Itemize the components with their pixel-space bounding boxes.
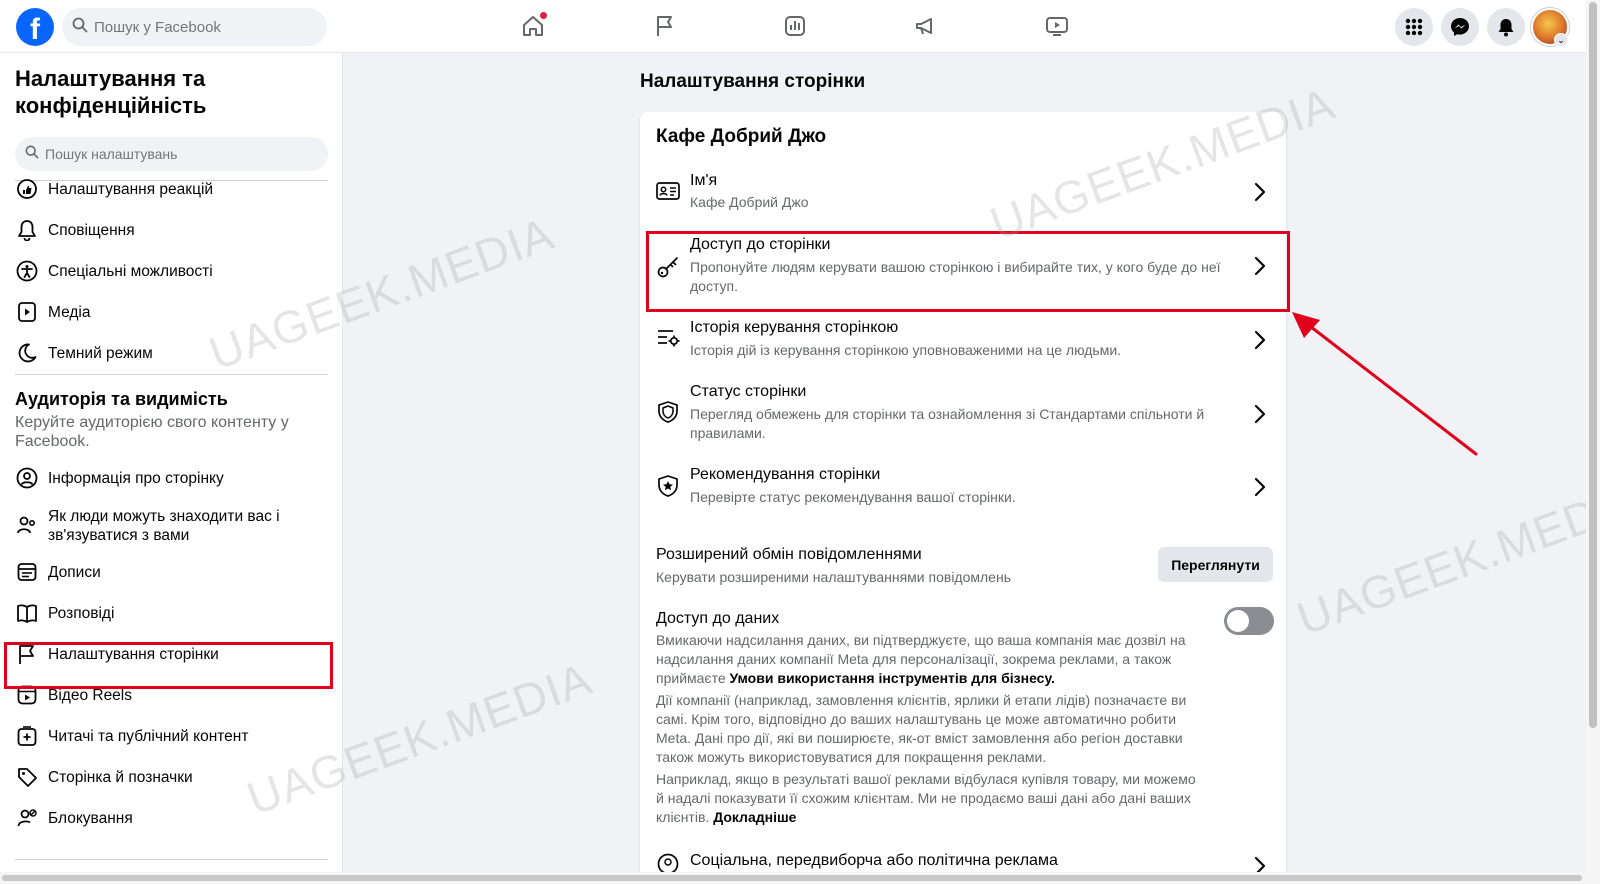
scrollbar-thumb[interactable] bbox=[2, 875, 1582, 881]
vertical-scrollbar[interactable] bbox=[1586, 0, 1600, 884]
sidebar-title: Налаштування та конфіденційність bbox=[15, 66, 207, 118]
data-access-paragraph-2: Дії компанії (наприклад, замовлення кліє… bbox=[656, 692, 1187, 765]
sidebar-item-reactions[interactable]: Налаштування реакцій bbox=[15, 177, 328, 201]
row-title: Соціальна, передвиборча або політична ре… bbox=[690, 852, 1058, 869]
sidebar-item-followers[interactable]: Читачі та публічний контент bbox=[15, 724, 328, 748]
section-title: Аудиторія та видимість bbox=[15, 389, 228, 409]
sidebar-item-page-info[interactable]: Інформація про сторінку bbox=[15, 466, 328, 490]
chevron-right-icon bbox=[1254, 477, 1266, 497]
row-title: Рекомендування сторінки bbox=[690, 466, 881, 483]
search-icon bbox=[25, 145, 39, 164]
highlight-box-page-access bbox=[646, 231, 1290, 312]
toggle-knob bbox=[1227, 610, 1249, 632]
chevron-right-icon bbox=[1254, 404, 1266, 424]
settings-search[interactable] bbox=[15, 137, 328, 171]
settings-search-input[interactable] bbox=[45, 146, 305, 162]
accessibility-icon bbox=[15, 259, 39, 283]
apps-grid-icon[interactable] bbox=[1395, 8, 1433, 46]
settings-sidebar: Налаштування та конфіденційність Налашту… bbox=[0, 53, 343, 872]
chevron-right-icon bbox=[1254, 330, 1266, 350]
people-icon bbox=[15, 513, 39, 537]
row-title: Історія керування сторінкою bbox=[690, 319, 899, 336]
business-tools-terms-link[interactable]: Умови використання інструментів для бізн… bbox=[730, 670, 1055, 686]
card-title: Кафе Добрий Джо bbox=[656, 126, 827, 147]
highlight-box-page-settings bbox=[4, 642, 333, 689]
settings-card: Кафе Добрий Джо Ім'я Кафе Добрий Джо Дос… bbox=[640, 112, 1286, 884]
row-description: Перевірте статус рекомендування вашої ст… bbox=[690, 489, 1016, 505]
divider bbox=[15, 374, 328, 375]
megaphone-icon[interactable] bbox=[912, 12, 940, 40]
row-title: Статус сторінки bbox=[690, 383, 807, 400]
id-card-icon bbox=[655, 178, 681, 204]
shield-icon bbox=[655, 399, 681, 425]
sidebar-item-stories[interactable]: Розповіді bbox=[15, 601, 328, 625]
chevron-right-icon bbox=[1254, 182, 1266, 202]
row-description: Історія дій із керування сторінкою уповн… bbox=[690, 342, 1122, 358]
top-bar: f ⌄ bbox=[0, 0, 1586, 53]
facebook-search[interactable] bbox=[62, 8, 327, 46]
divider bbox=[15, 859, 328, 860]
row-description: Керувати розширеними налаштуваннями пові… bbox=[656, 569, 1011, 585]
learn-more-link[interactable]: Докладніше bbox=[713, 809, 796, 825]
history-settings-icon bbox=[655, 325, 681, 351]
home-icon[interactable] bbox=[519, 12, 547, 40]
chevron-down-icon[interactable]: ⌄ bbox=[1554, 33, 1568, 47]
posts-icon bbox=[15, 560, 39, 584]
stories-icon bbox=[15, 601, 39, 625]
block-user-icon bbox=[15, 806, 39, 830]
sidebar-item-posts[interactable]: Дописи bbox=[15, 560, 328, 584]
profile-icon bbox=[15, 466, 39, 490]
sidebar-item-notifications[interactable]: Сповіщення bbox=[15, 218, 328, 242]
data-access-paragraph-3: Наприклад, якщо в результаті вашої рекла… bbox=[656, 771, 1196, 825]
tag-icon bbox=[15, 765, 39, 789]
watermark: UAGEEK.MEDIA bbox=[1290, 472, 1600, 645]
flag-icon[interactable] bbox=[651, 12, 679, 40]
search-icon bbox=[72, 17, 88, 38]
row-title: Доступ до даних bbox=[656, 610, 780, 627]
reactions-icon bbox=[15, 177, 39, 201]
row-title: Розширений обмін повідомленнями bbox=[656, 546, 922, 563]
data-access-toggle[interactable] bbox=[1224, 607, 1274, 635]
bell-icon bbox=[15, 218, 39, 242]
moon-icon bbox=[15, 341, 39, 365]
insights-icon[interactable] bbox=[781, 12, 809, 40]
facebook-search-input[interactable] bbox=[94, 18, 314, 36]
sidebar-item-accessibility[interactable]: Спеціальні можливості bbox=[15, 259, 328, 283]
scrollbar-thumb[interactable] bbox=[1589, 2, 1597, 728]
media-icon bbox=[15, 300, 39, 324]
horizontal-scrollbar[interactable] bbox=[0, 872, 1586, 884]
video-icon[interactable] bbox=[1043, 12, 1071, 40]
bell-icon[interactable] bbox=[1487, 8, 1525, 46]
page-title: Налаштування сторінки bbox=[640, 71, 866, 92]
sidebar-item-find-contact[interactable]: Як люди можуть знаходити вас і зв'язуват… bbox=[15, 507, 328, 545]
messenger-icon[interactable] bbox=[1441, 8, 1479, 46]
data-access-paragraph-1: Вмикаючи надсилання даних, ви підтверджу… bbox=[656, 632, 1186, 686]
annotation-arrow-icon bbox=[1292, 312, 1478, 456]
view-button[interactable]: Переглянути bbox=[1158, 547, 1273, 582]
row-title: Ім'я bbox=[690, 172, 718, 189]
facebook-logo[interactable]: f bbox=[16, 8, 54, 46]
star-shield-icon bbox=[655, 473, 681, 499]
followers-icon bbox=[15, 724, 39, 748]
section-description: Керуйте аудиторією свого контенту у Face… bbox=[15, 414, 289, 450]
row-description: Перегляд обмежень для сторінки та ознайо… bbox=[690, 406, 1205, 441]
notification-dot bbox=[540, 12, 547, 19]
